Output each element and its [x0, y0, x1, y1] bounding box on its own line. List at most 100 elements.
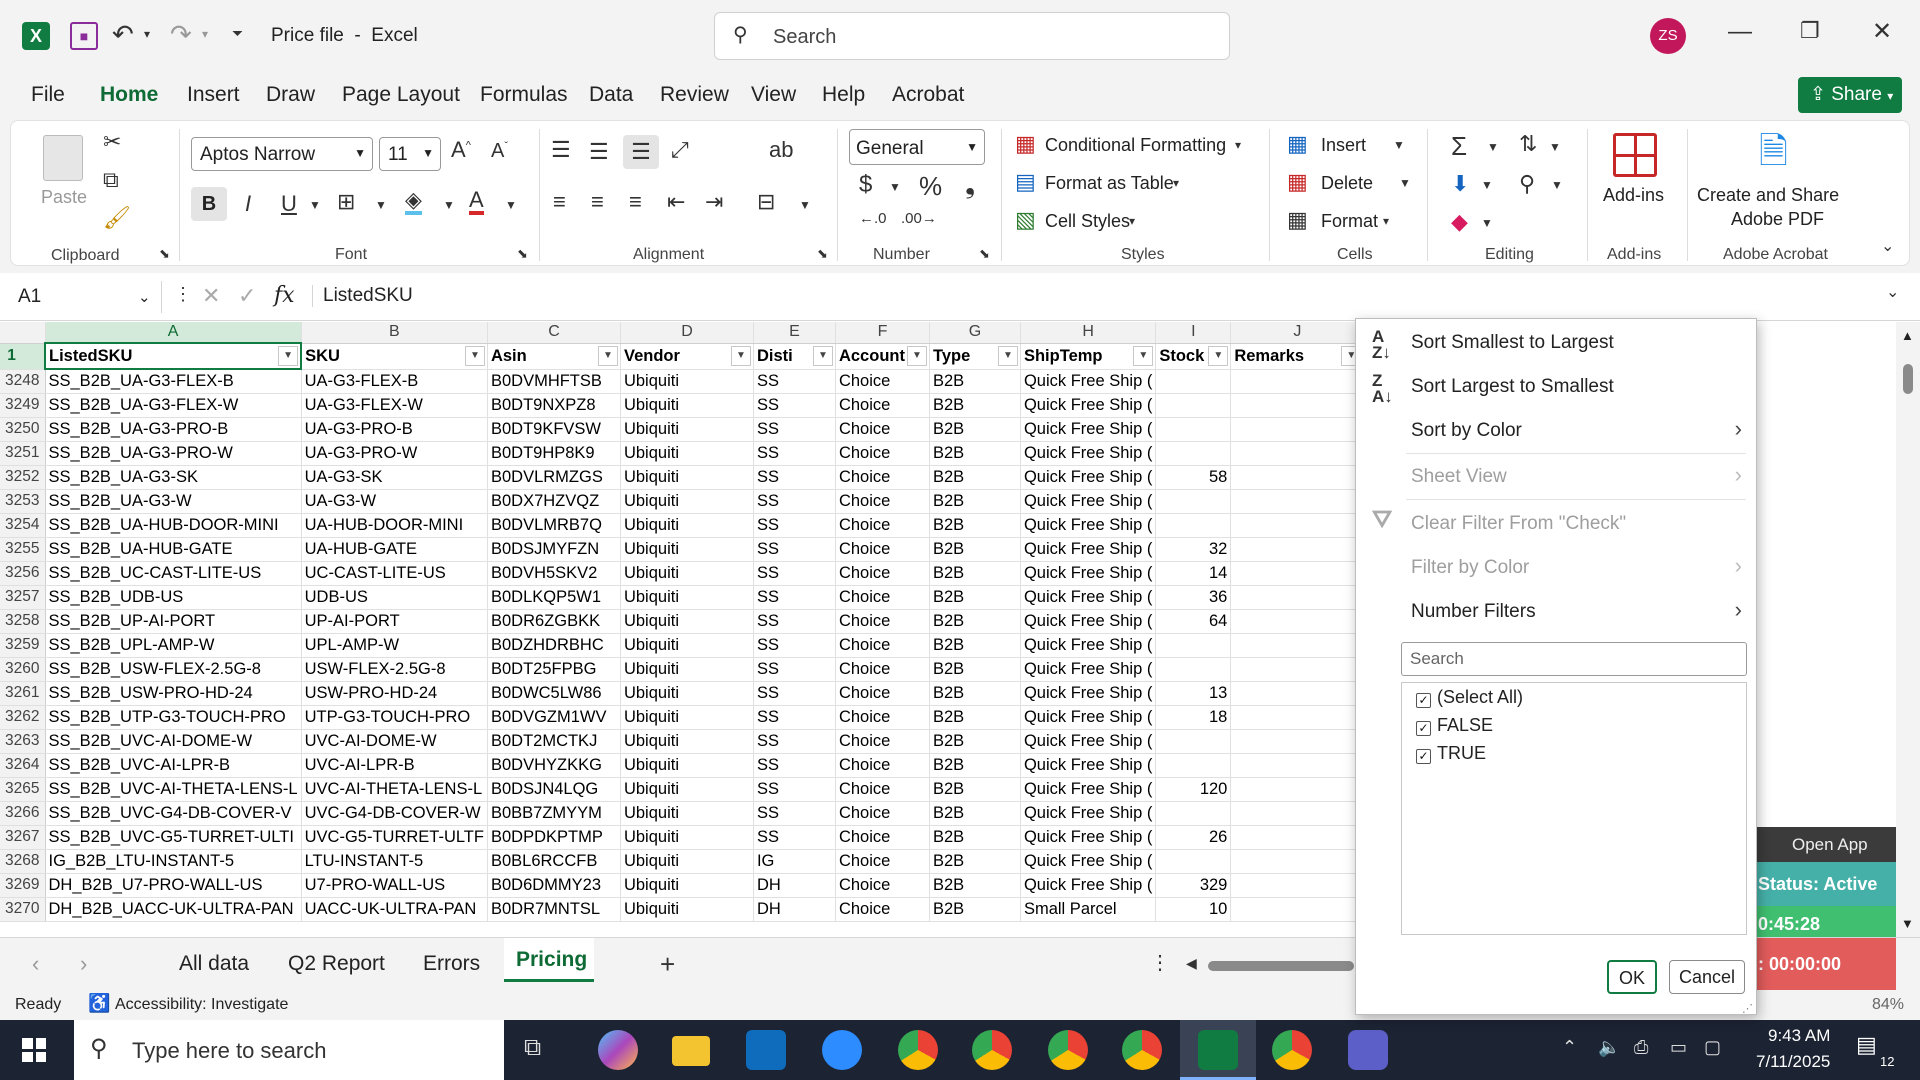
tab-review[interactable]: Review — [660, 83, 729, 107]
cell[interactable]: B0DVHYZKKG — [487, 753, 621, 778]
scroll-down-icon[interactable]: ▼ — [1901, 916, 1914, 931]
cell[interactable]: UPL-AMP-W — [301, 633, 488, 658]
cell[interactable]: B2B — [929, 681, 1021, 706]
decrease-indent-icon[interactable]: ⇤ — [667, 191, 685, 213]
teams-icon[interactable] — [1348, 1030, 1388, 1070]
cell[interactable]: SS — [753, 489, 836, 514]
search-box[interactable]: ⚲ Search — [714, 12, 1230, 60]
sheet-tab-q2-report[interactable]: Q2 Report — [288, 952, 385, 976]
cell[interactable]: Ubiquiti — [620, 753, 754, 778]
cell[interactable]: Choice — [835, 393, 930, 418]
cell[interactable]: UTP-G3-TOUCH-PRO — [301, 705, 488, 730]
cell[interactable]: B0DR6ZGBKK — [487, 609, 621, 634]
cell[interactable] — [1230, 753, 1365, 778]
percent-icon[interactable]: % — [919, 173, 942, 199]
cell[interactable]: Quick Free Ship ( — [1020, 777, 1157, 802]
cell[interactable]: Ubiquiti — [620, 681, 754, 706]
chrome-profile-3-icon[interactable] — [1048, 1030, 1088, 1070]
cell[interactable]: B0DZHDRBHC — [487, 633, 621, 658]
cell[interactable]: Ubiquiti — [620, 369, 754, 394]
cell[interactable]: Quick Free Ship ( — [1020, 441, 1157, 466]
row-number[interactable]: 3265 — [0, 777, 46, 802]
cell[interactable]: Choice — [835, 465, 930, 490]
cell[interactable]: SS — [753, 777, 836, 802]
cell[interactable]: UC-CAST-LITE-US — [301, 561, 488, 586]
cell[interactable]: SS — [753, 393, 836, 418]
create-share-pdf-label[interactable]: Create and Share — [1697, 185, 1839, 206]
cell[interactable] — [1230, 537, 1365, 562]
cell[interactable]: SS — [753, 369, 836, 394]
adobe-pdf-icon[interactable]: 🗎 — [1759, 133, 1788, 169]
cell[interactable] — [1155, 729, 1232, 754]
horizontal-scroll-thumb[interactable] — [1208, 961, 1354, 971]
filter-dropdown-icon[interactable]: ▼ — [730, 345, 751, 366]
sort-largest-to-smallest[interactable]: Sort Largest to Smallest — [1411, 376, 1614, 398]
cell[interactable]: Choice — [835, 753, 930, 778]
cell[interactable]: Ubiquiti — [620, 633, 754, 658]
number-filters[interactable]: Number Filters — [1411, 601, 1536, 623]
column-header[interactable]: A — [45, 322, 302, 344]
next-sheet-icon[interactable]: › — [80, 953, 87, 975]
cell[interactable]: Choice — [835, 633, 930, 658]
filter-dropdown-icon[interactable]: ▼ — [464, 345, 485, 366]
cell[interactable]: Quick Free Ship ( — [1020, 729, 1157, 754]
cell[interactable] — [1155, 369, 1232, 394]
cell[interactable]: B0DT9KFVSW — [487, 417, 621, 442]
filter-dropdown-icon[interactable]: ▼ — [278, 346, 299, 366]
row-number[interactable]: 3260 — [0, 657, 46, 682]
align-top-icon[interactable]: ☰ — [551, 139, 571, 161]
cell[interactable]: Choice — [835, 705, 930, 730]
cell[interactable]: UACC-UK-ULTRA-PAN — [301, 897, 488, 922]
column-header[interactable]: C — [487, 322, 621, 344]
cell[interactable]: B2B — [929, 393, 1021, 418]
chevron-down-icon[interactable]: ▼ — [505, 199, 517, 211]
bold-button[interactable]: B — [191, 187, 227, 221]
cell[interactable]: Ubiquiti — [620, 897, 754, 922]
cell[interactable]: Quick Free Ship ( — [1020, 417, 1157, 442]
cell[interactable] — [1155, 657, 1232, 682]
cell[interactable] — [1230, 825, 1365, 850]
cell[interactable]: Ubiquiti — [620, 609, 754, 634]
cell[interactable]: SS — [753, 417, 836, 442]
cell[interactable]: Ubiquiti — [620, 513, 754, 538]
select-all-corner[interactable] — [0, 322, 46, 344]
row-number[interactable]: 3249 — [0, 393, 46, 418]
taskbar-search[interactable]: ⚲ Type here to search — [74, 1020, 504, 1080]
sort-by-color[interactable]: Sort by Color — [1411, 420, 1522, 442]
tab-data[interactable]: Data — [589, 83, 633, 107]
cell[interactable]: Choice — [835, 441, 930, 466]
cell[interactable]: 18 — [1155, 705, 1232, 730]
cell[interactable]: B0DPDKPTMP — [487, 825, 621, 850]
cell[interactable]: SS_B2B_UA-G3-SK — [45, 465, 302, 490]
row-number[interactable]: 3259 — [0, 633, 46, 658]
cell[interactable]: Quick Free Ship ( — [1020, 393, 1157, 418]
cell[interactable]: SS_B2B_UVC-AI-THETA-LENS-L — [45, 777, 302, 802]
cell[interactable]: SS — [753, 729, 836, 754]
cell[interactable]: B0DWC5LW86 — [487, 681, 621, 706]
tray-expand-icon[interactable]: ⌃ — [1562, 1038, 1577, 1056]
cell[interactable]: Choice — [835, 489, 930, 514]
cell[interactable]: Ubiquiti — [620, 465, 754, 490]
cell[interactable]: B2B — [929, 849, 1021, 874]
cell[interactable] — [1155, 393, 1232, 418]
cell[interactable]: B2B — [929, 561, 1021, 586]
row-number[interactable]: 3261 — [0, 681, 46, 706]
font-size-select[interactable]: 11 ▼ — [379, 137, 441, 171]
cell[interactable]: Quick Free Ship ( — [1020, 609, 1157, 634]
decrease-decimal-icon[interactable]: .00→ — [901, 211, 937, 226]
excel-taskbar-icon[interactable] — [1198, 1030, 1238, 1070]
cell[interactable]: Ubiquiti — [620, 849, 754, 874]
cell[interactable]: Quick Free Ship ( — [1020, 489, 1157, 514]
filter-dropdown-icon[interactable]: ▼ — [1208, 345, 1229, 366]
header-cell[interactable]: ShipTemp ▼ — [1020, 343, 1157, 370]
cell[interactable]: Ubiquiti — [620, 801, 754, 826]
fill-icon[interactable]: ⬇ — [1451, 173, 1469, 195]
resize-grip-icon[interactable]: ⋰ — [1742, 1002, 1753, 1015]
cell[interactable]: Quick Free Ship ( — [1020, 801, 1157, 826]
chrome-icon[interactable] — [898, 1030, 938, 1070]
cell[interactable]: B2B — [929, 513, 1021, 538]
cell[interactable]: SS_B2B_UA-G3-FLEX-B — [45, 369, 302, 394]
row-number[interactable]: 3254 — [0, 513, 46, 538]
cell[interactable]: Quick Free Ship ( — [1020, 465, 1157, 490]
insert-cells-button[interactable]: Insert — [1321, 135, 1366, 156]
